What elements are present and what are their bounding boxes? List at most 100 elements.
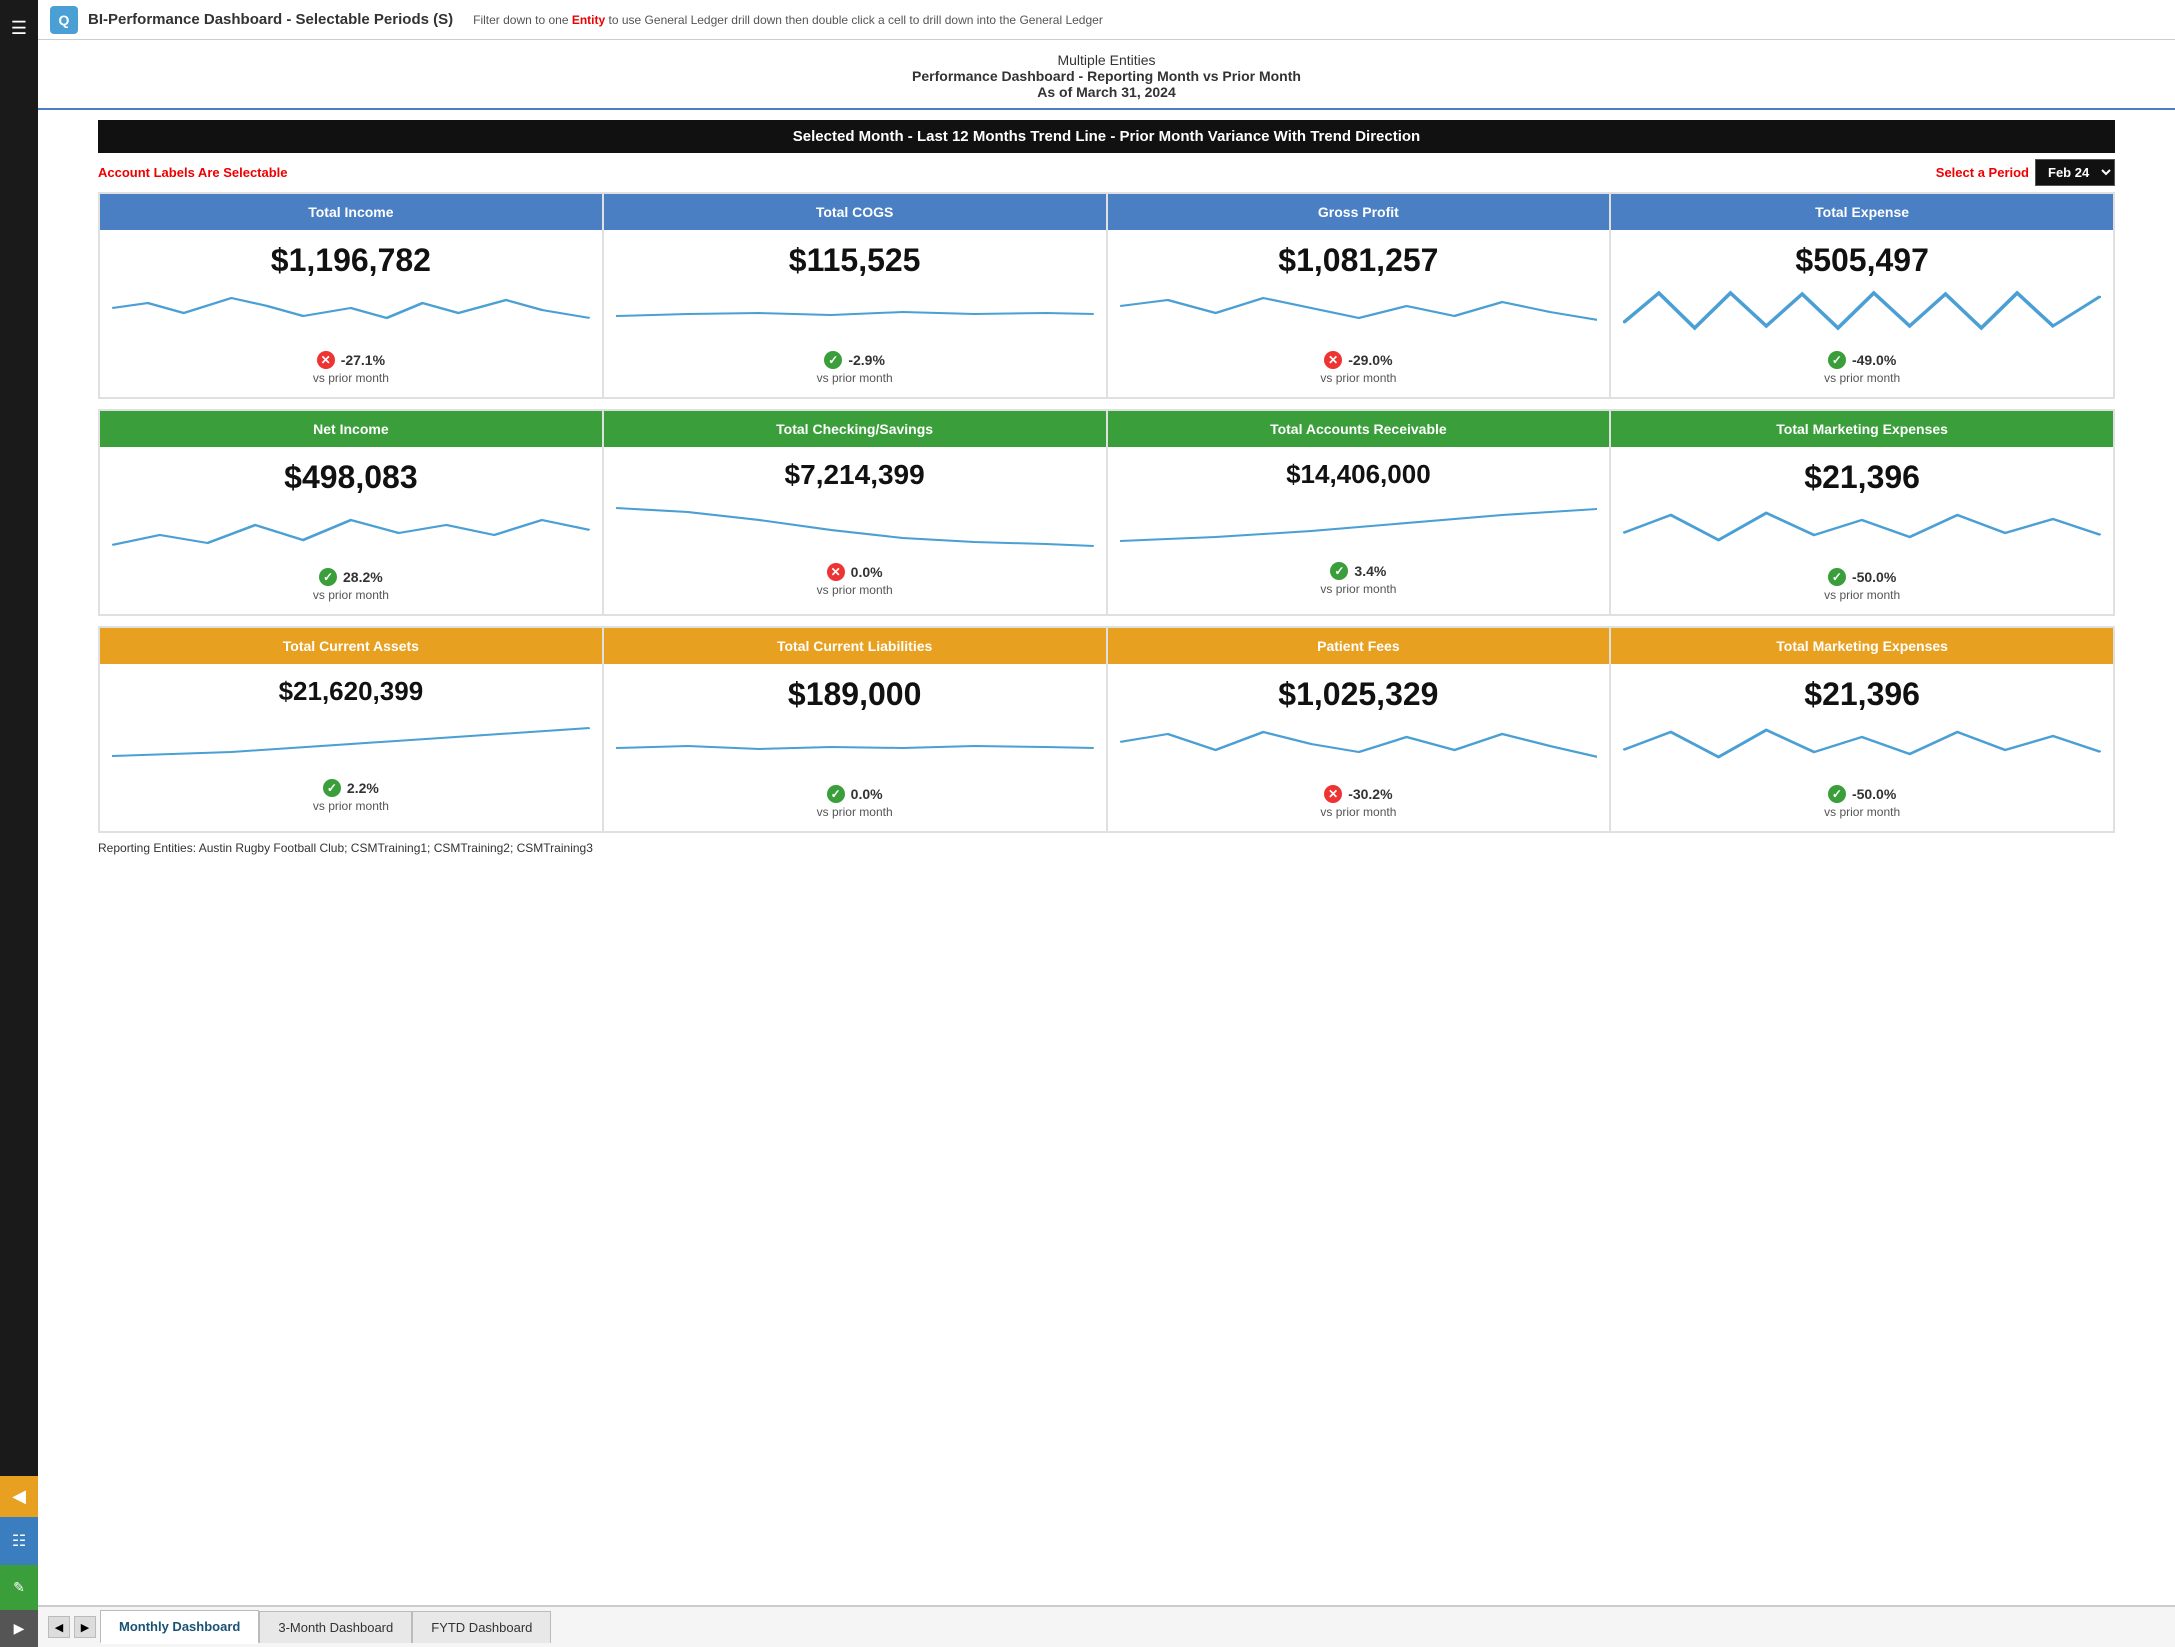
- variance-row-checking-savings: ✕ 0.0%: [827, 563, 883, 581]
- variance-row-net-income: ✓ 28.2%: [319, 568, 383, 586]
- metric-variance-current-assets: ✓ 2.2% vs prior month: [100, 771, 602, 825]
- metric-header-marketing-green[interactable]: Total Marketing Expenses: [1611, 411, 2113, 447]
- metric-variance-marketing-gold: ✓ -50.0% vs prior month: [1611, 777, 2113, 831]
- metric-header-patient-fees[interactable]: Patient Fees: [1108, 628, 1610, 664]
- metric-variance-patient-fees: ✕ -30.2% vs prior month: [1108, 777, 1610, 831]
- metric-header-marketing-gold[interactable]: Total Marketing Expenses: [1611, 628, 2113, 664]
- metric-value-total-expense: $505,497: [1611, 230, 2113, 283]
- report-date: As of March 31, 2024: [38, 84, 2175, 100]
- expand-nav-icon[interactable]: ▶: [0, 1610, 38, 1647]
- metric-card-marketing-green: Total Marketing Expenses $21,396 ✓ -50.0…: [1610, 410, 2114, 615]
- metric-value-checking-savings: $7,214,399: [604, 447, 1106, 495]
- metric-value-current-assets: $21,620,399: [100, 664, 602, 711]
- metric-card-checking-savings: Total Checking/Savings $7,214,399 ✕ 0.0%…: [603, 410, 1107, 615]
- variance-label-marketing-green: vs prior month: [1824, 588, 1900, 602]
- tab-next-button[interactable]: ▶: [74, 1616, 96, 1638]
- metric-card-marketing-gold: Total Marketing Expenses $21,396 ✓ -50.0…: [1610, 627, 2114, 832]
- tabs-bar: ◀ ▶ Monthly Dashboard 3-Month Dashboard …: [38, 1605, 2175, 1647]
- reporting-entities: Reporting Entities: Austin Rugby Footbal…: [98, 833, 2115, 863]
- metric-value-net-income: $498,083: [100, 447, 602, 500]
- tab-fytd-dashboard[interactable]: FYTD Dashboard: [412, 1611, 551, 1643]
- metric-variance-net-income: ✓ 28.2% vs prior month: [100, 560, 602, 614]
- variance-row-gross-profit: ✕ -29.0%: [1324, 351, 1392, 369]
- dashboard: Selected Month - Last 12 Months Trend Li…: [38, 110, 2175, 1605]
- variance-label-checking-savings: vs prior month: [817, 583, 893, 597]
- variance-label-marketing-gold: vs prior month: [1824, 805, 1900, 819]
- metric-header-total-income[interactable]: Total Income: [100, 194, 602, 230]
- metric-header-current-liabilities[interactable]: Total Current Liabilities: [604, 628, 1106, 664]
- metric-chart-gross-profit: [1108, 283, 1610, 343]
- variance-pct-current-assets: 2.2%: [347, 780, 379, 796]
- metric-header-gross-profit[interactable]: Gross Profit: [1108, 194, 1610, 230]
- variance-pct-current-liabilities: 0.0%: [851, 786, 883, 802]
- variance-pct-accounts-receivable: 3.4%: [1354, 563, 1386, 579]
- metric-header-total-expense[interactable]: Total Expense: [1611, 194, 2113, 230]
- variance-icon-total-expense: ✓: [1828, 351, 1846, 369]
- metric-value-marketing-gold: $21,396: [1611, 664, 2113, 717]
- variance-label-net-income: vs prior month: [313, 588, 389, 602]
- metric-value-accounts-receivable: $14,406,000: [1108, 447, 1610, 494]
- filter-entity: Entity: [572, 13, 605, 27]
- metric-variance-total-cogs: ✓ -2.9% vs prior month: [604, 343, 1106, 397]
- variance-icon-marketing-gold: ✓: [1828, 785, 1846, 803]
- metric-header-net-income[interactable]: Net Income: [100, 411, 602, 447]
- tab-3month-dashboard[interactable]: 3-Month Dashboard: [259, 1611, 412, 1643]
- metric-value-current-liabilities: $189,000: [604, 664, 1106, 717]
- metric-header-accounts-receivable[interactable]: Total Accounts Receivable: [1108, 411, 1610, 447]
- metric-header-current-assets[interactable]: Total Current Assets: [100, 628, 602, 664]
- variance-icon-total-cogs: ✓: [824, 351, 842, 369]
- variance-row-current-assets: ✓ 2.2%: [323, 779, 379, 797]
- filter-suffix: to use General Ledger drill down then do…: [609, 13, 1103, 27]
- metric-value-total-cogs: $115,525: [604, 230, 1106, 283]
- variance-label-current-assets: vs prior month: [313, 799, 389, 813]
- metric-variance-checking-savings: ✕ 0.0% vs prior month: [604, 555, 1106, 609]
- variance-pct-checking-savings: 0.0%: [851, 564, 883, 580]
- metric-variance-current-liabilities: ✓ 0.0% vs prior month: [604, 777, 1106, 831]
- metric-chart-total-income: [100, 283, 602, 343]
- metric-chart-patient-fees: [1108, 717, 1610, 777]
- back-nav-icon[interactable]: ◀: [0, 1476, 38, 1517]
- variance-label-total-expense: vs prior month: [1824, 371, 1900, 385]
- chart-nav-icon[interactable]: ✎: [0, 1565, 38, 1610]
- main-area: Q BI-Performance Dashboard - Selectable …: [38, 0, 2175, 1647]
- section-title-bar: Selected Month - Last 12 Months Trend Li…: [98, 120, 2115, 153]
- metric-card-net-income: Net Income $498,083 ✓ 28.2% vs prior mon…: [99, 410, 603, 615]
- variance-row-total-cogs: ✓ -2.9%: [824, 351, 885, 369]
- variance-label-current-liabilities: vs prior month: [817, 805, 893, 819]
- metric-chart-current-assets: [100, 711, 602, 771]
- variance-pct-total-expense: -49.0%: [1852, 352, 1896, 368]
- metric-variance-gross-profit: ✕ -29.0% vs prior month: [1108, 343, 1610, 397]
- select-period-label: Select a Period: [1936, 165, 2029, 180]
- metric-card-accounts-receivable: Total Accounts Receivable $14,406,000 ✓ …: [1107, 410, 1611, 615]
- metric-card-patient-fees: Patient Fees $1,025,329 ✕ -30.2% vs prio…: [1107, 627, 1611, 832]
- variance-label-total-cogs: vs prior month: [817, 371, 893, 385]
- metric-value-gross-profit: $1,081,257: [1108, 230, 1610, 283]
- variance-icon-marketing-green: ✓: [1828, 568, 1846, 586]
- variance-label-accounts-receivable: vs prior month: [1320, 582, 1396, 596]
- variance-row-current-liabilities: ✓ 0.0%: [827, 785, 883, 803]
- period-dropdown[interactable]: Feb 24: [2035, 159, 2115, 186]
- metric-chart-marketing-green: [1611, 500, 2113, 560]
- select-period-area: Select a Period Feb 24: [1936, 159, 2115, 186]
- metric-chart-marketing-gold: [1611, 717, 2113, 777]
- tab-monthly-dashboard[interactable]: Monthly Dashboard: [100, 1610, 259, 1644]
- hamburger-menu[interactable]: ☰: [0, 10, 38, 47]
- metric-card-gross-profit: Gross Profit $1,081,257 ✕ -29.0% vs prio…: [1107, 193, 1611, 398]
- grid-nav-icon[interactable]: ☷: [0, 1517, 38, 1565]
- app-header: Q BI-Performance Dashboard - Selectable …: [38, 0, 2175, 40]
- variance-label-gross-profit: vs prior month: [1320, 371, 1396, 385]
- tab-prev-button[interactable]: ◀: [48, 1616, 70, 1638]
- app-title: BI-Performance Dashboard - Selectable Pe…: [88, 11, 453, 28]
- metrics-row-2: Net Income $498,083 ✓ 28.2% vs prior mon…: [98, 409, 2115, 616]
- metric-card-current-assets: Total Current Assets $21,620,399 ✓ 2.2% …: [99, 627, 603, 832]
- account-labels-label: Account Labels Are Selectable: [98, 165, 288, 180]
- variance-icon-checking-savings: ✕: [827, 563, 845, 581]
- metric-header-checking-savings[interactable]: Total Checking/Savings: [604, 411, 1106, 447]
- variance-icon-patient-fees: ✕: [1324, 785, 1342, 803]
- metric-variance-accounts-receivable: ✓ 3.4% vs prior month: [1108, 554, 1610, 608]
- header-filter-text: Filter down to one Entity to use General…: [473, 13, 1103, 27]
- metrics-row-1: Total Income $1,196,782 ✕ -27.1% vs prio…: [98, 192, 2115, 399]
- metric-header-total-cogs[interactable]: Total COGS: [604, 194, 1106, 230]
- variance-row-marketing-gold: ✓ -50.0%: [1828, 785, 1896, 803]
- variance-row-marketing-green: ✓ -50.0%: [1828, 568, 1896, 586]
